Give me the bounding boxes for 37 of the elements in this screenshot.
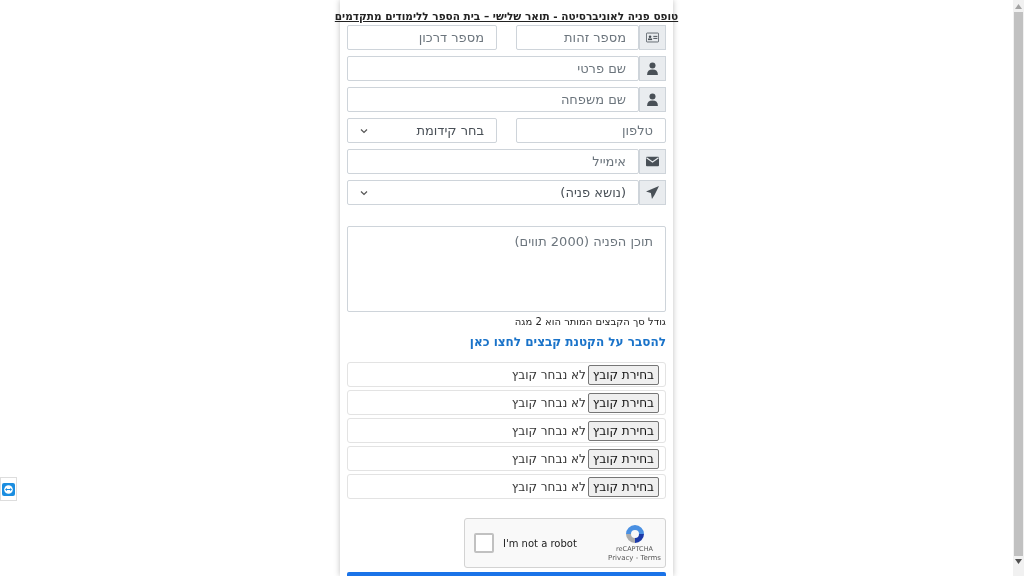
choose-file-button[interactable]: בחירת קובץ — [587, 364, 659, 385]
select-field[interactable]: (נושא פניה) — [347, 180, 639, 205]
caret-icon — [360, 189, 368, 196]
file-status: לא נבחר קובץ — [511, 394, 586, 412]
scroll-up-icon[interactable] — [1015, 4, 1022, 9]
choose-file-button[interactable]: בחירת קובץ — [587, 392, 659, 413]
captcha-label: I'm not a robot — [503, 536, 578, 551]
select-field[interactable]: בחר קידומת — [347, 118, 497, 143]
text-field[interactable]: טלפון — [516, 118, 666, 143]
text-field[interactable]: אימייל — [347, 149, 639, 174]
person-icon — [646, 62, 659, 75]
scroll-down-icon[interactable] — [1015, 559, 1022, 564]
file-status: לא נבחר קובץ — [511, 478, 586, 496]
remote-support-icon[interactable] — [2, 482, 15, 496]
text-field[interactable]: שם משפחה — [347, 87, 639, 112]
choose-file-button[interactable]: בחירת קובץ — [587, 420, 659, 441]
caret-icon — [360, 127, 368, 134]
recaptcha-logo-icon — [623, 523, 646, 546]
id-card-icon — [646, 31, 659, 44]
text-field[interactable]: מספר זהות — [516, 25, 639, 50]
text-field[interactable]: מספר דרכון — [347, 25, 497, 50]
size-note: גודל סך הקבצים המותר הוא 2 מגה — [513, 315, 666, 330]
form-title: טופס פניה לאוניברסיטה - תואר שלישי – בית הספר ללימודים מתקדמים — [334, 9, 679, 24]
envelope-icon — [646, 155, 659, 168]
text-field[interactable]: שם פרטי — [347, 56, 639, 81]
select-value: (נושא פניה) — [560, 183, 626, 202]
choose-file-button[interactable]: בחירת קובץ — [587, 476, 659, 497]
person-icon — [646, 93, 659, 106]
message-field[interactable]: תוכן הפניה (2000 תווים) — [347, 226, 666, 313]
file-status: לא נבחר קובץ — [511, 366, 586, 384]
select-value: בחר קידומת — [416, 121, 484, 140]
help-link[interactable]: להסבר על הקטנת קבצים לחצו כאן — [469, 334, 666, 351]
choose-file-button[interactable]: בחירת קובץ — [587, 448, 659, 469]
file-status: לא נבחר קובץ — [511, 422, 586, 440]
file-status: לא נבחר קובץ — [511, 450, 586, 468]
captcha-checkbox[interactable] — [474, 533, 494, 554]
paper-plane-icon — [646, 186, 659, 199]
